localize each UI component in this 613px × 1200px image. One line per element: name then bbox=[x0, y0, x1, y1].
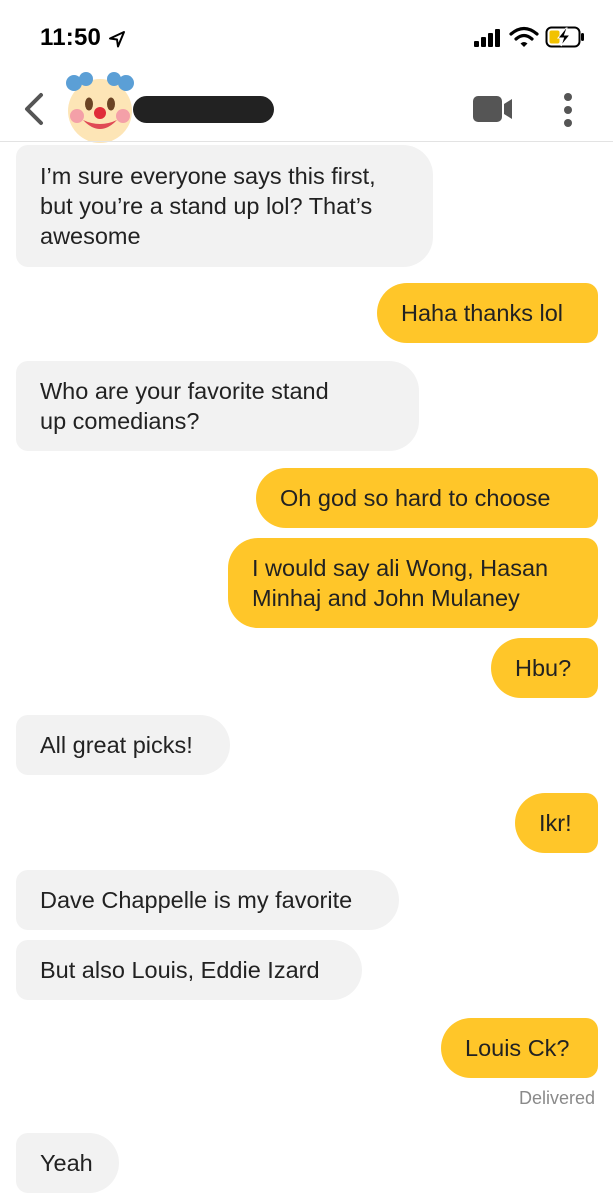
message-outgoing: I would say ali Wong, Hasan Minhaj and J… bbox=[228, 538, 598, 628]
clown-face-emoji[interactable] bbox=[64, 72, 136, 144]
message-incoming: But also Louis, Eddie Izard bbox=[16, 940, 362, 1000]
redacted-contact-name bbox=[133, 96, 274, 123]
cellular-signal-icon bbox=[474, 29, 500, 47]
header-divider bbox=[0, 141, 613, 142]
battery-charging-icon bbox=[545, 26, 584, 48]
back-chevron-icon[interactable] bbox=[22, 92, 46, 126]
message-incoming: Dave Chappelle is my favorite bbox=[16, 870, 399, 930]
delivered-status: Delivered bbox=[518, 1088, 595, 1108]
vertical-ellipsis-icon[interactable] bbox=[560, 93, 576, 127]
message-outgoing: Haha thanks lol bbox=[377, 283, 598, 343]
message-outgoing: Hbu? bbox=[491, 638, 598, 698]
wifi-icon bbox=[509, 26, 539, 47]
video-camera-icon[interactable] bbox=[473, 96, 513, 122]
message-outgoing: Oh god so hard to choose bbox=[256, 468, 598, 528]
message-outgoing: Louis Ck? bbox=[441, 1018, 598, 1078]
status-time: 11:50 bbox=[40, 24, 102, 51]
message-incoming: I’m sure everyone says this first, but y… bbox=[16, 145, 433, 267]
message-incoming: Who are your favorite stand up comedians… bbox=[16, 361, 419, 451]
message-incoming: Yeah bbox=[16, 1133, 119, 1193]
message-outgoing: Ikr! bbox=[515, 793, 598, 853]
message-incoming: All great picks! bbox=[16, 715, 230, 775]
location-arrow-icon bbox=[109, 31, 125, 48]
